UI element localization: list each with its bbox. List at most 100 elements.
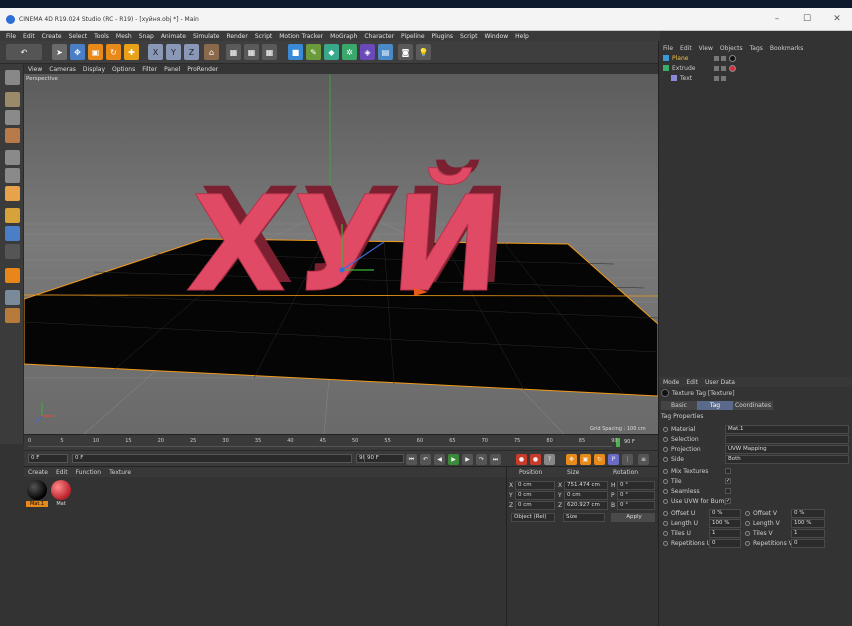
property-value[interactable]: Both: [725, 455, 849, 464]
render-picture-viewer-icon[interactable]: ▦: [244, 44, 259, 60]
tab-basic[interactable]: Basic: [661, 401, 697, 410]
checkbox[interactable]: ✓: [725, 498, 731, 504]
offset-value[interactable]: 0: [709, 539, 741, 548]
record-active-icon[interactable]: ●: [516, 454, 527, 465]
offset-value[interactable]: 1: [709, 529, 741, 538]
light-icon[interactable]: 💡: [416, 44, 431, 60]
autokey-icon[interactable]: ●: [530, 454, 541, 465]
property-value[interactable]: UVW Mapping: [725, 445, 849, 454]
deformer-icon[interactable]: ◈: [360, 44, 375, 60]
polygons-mode-icon[interactable]: [5, 186, 20, 201]
animation-dot-icon[interactable]: [663, 531, 668, 536]
viewport-menu-item[interactable]: ProRender: [187, 66, 218, 73]
object-menu-item[interactable]: File: [663, 45, 673, 52]
prev-key-icon[interactable]: ↶: [420, 454, 431, 465]
animation-dot-icon[interactable]: [663, 447, 668, 452]
menu-item[interactable]: File: [6, 33, 16, 40]
visibility-toggle-icon[interactable]: [714, 65, 719, 71]
model-mode-icon[interactable]: [5, 92, 20, 107]
material-menu-item[interactable]: Texture: [109, 469, 131, 476]
menu-item[interactable]: Simulate: [193, 33, 220, 40]
attribute-menu-item[interactable]: User Data: [705, 379, 735, 386]
animation-dot-icon[interactable]: [663, 479, 668, 484]
cube-primitive-icon[interactable]: ■: [288, 44, 303, 60]
tab-tag[interactable]: Tag: [697, 401, 733, 410]
points-mode-icon[interactable]: [5, 150, 20, 165]
checkbox[interactable]: [725, 488, 731, 494]
menu-item[interactable]: Script: [255, 33, 272, 40]
menu-item[interactable]: Edit: [23, 33, 35, 40]
object-menu-item[interactable]: Bookmarks: [770, 45, 804, 52]
maximize-button[interactable]: ☐: [792, 10, 822, 28]
object-menu-item[interactable]: View: [699, 45, 713, 52]
snap-icon[interactable]: [5, 244, 20, 259]
viewport-menu-item[interactable]: Options: [112, 66, 135, 73]
menu-item[interactable]: Create: [42, 33, 62, 40]
checkbox[interactable]: [725, 468, 731, 474]
menu-item[interactable]: Plugins: [432, 33, 454, 40]
visibility-toggle-icon[interactable]: [714, 55, 719, 61]
material-menu-item[interactable]: Create: [28, 469, 48, 476]
enabled-check-icon[interactable]: [721, 75, 726, 81]
material-menu-item[interactable]: Edit: [56, 469, 68, 476]
animation-dot-icon[interactable]: [663, 541, 668, 546]
object-menu-item[interactable]: Objects: [720, 45, 743, 52]
edit-render-settings-icon[interactable]: ▦: [262, 44, 277, 60]
move-tool-icon[interactable]: ✥: [70, 44, 85, 60]
menu-item[interactable]: Window: [484, 33, 508, 40]
magnet-icon[interactable]: [5, 268, 20, 283]
go-to-end-icon[interactable]: ⏭: [490, 454, 501, 465]
enabled-check-icon[interactable]: [721, 55, 726, 61]
menu-item[interactable]: Tools: [94, 33, 109, 40]
offset-value[interactable]: 100 %: [709, 519, 741, 528]
tweak-mode-icon[interactable]: [5, 226, 20, 241]
animation-dot-icon[interactable]: [663, 511, 668, 516]
timeline-menu-icon[interactable]: ≡: [638, 454, 649, 465]
menu-item[interactable]: MoGraph: [330, 33, 357, 40]
viewport-menu-item[interactable]: View: [28, 66, 42, 73]
undo-button[interactable]: ↶: [6, 44, 42, 60]
coordinate-mode-select[interactable]: Object (Rel): [511, 513, 555, 522]
render-view-icon[interactable]: ▦: [226, 44, 241, 60]
animation-dot-icon[interactable]: [745, 531, 750, 536]
attribute-menu-item[interactable]: Edit: [686, 379, 698, 386]
property-value[interactable]: [725, 435, 849, 444]
key-position-icon[interactable]: ✥: [566, 454, 577, 465]
menu-item[interactable]: Select: [69, 33, 88, 40]
size-field[interactable]: 0 cm: [564, 491, 608, 500]
coordinate-system-icon[interactable]: ⌂: [204, 44, 219, 60]
keyframe-selection-icon[interactable]: ?: [544, 454, 555, 465]
menu-item[interactable]: Help: [515, 33, 529, 40]
checkbox[interactable]: ✓: [725, 478, 731, 484]
menu-item[interactable]: Render: [226, 33, 247, 40]
menu-item[interactable]: Motion Tracker: [279, 33, 323, 40]
next-key-icon[interactable]: ↷: [476, 454, 487, 465]
object-row[interactable]: Plane: [663, 53, 849, 63]
menu-item[interactable]: Character: [364, 33, 394, 40]
position-field[interactable]: 0 cm: [515, 501, 555, 510]
workplane-mode-icon[interactable]: [5, 128, 20, 143]
texture-mode-icon[interactable]: [5, 110, 20, 125]
frame-range-slider[interactable]: 0 F: [72, 454, 352, 463]
select-tool-icon[interactable]: ➤: [52, 44, 67, 60]
viewport-menu-item[interactable]: Display: [83, 66, 105, 73]
offset-value[interactable]: 1: [791, 529, 825, 538]
animation-dot-icon[interactable]: [663, 499, 668, 504]
apply-button[interactable]: Apply: [611, 513, 655, 522]
object-row[interactable]: Text: [671, 73, 849, 83]
bodypaint-icon[interactable]: [5, 308, 20, 323]
offset-value[interactable]: 0: [791, 539, 825, 548]
y-axis-lock-icon[interactable]: Y: [166, 44, 181, 60]
key-parameter-icon[interactable]: P: [608, 454, 619, 465]
rotation-field[interactable]: 0 °: [617, 501, 655, 510]
animation-dot-icon[interactable]: [745, 511, 750, 516]
pen-spline-icon[interactable]: ✎: [306, 44, 321, 60]
3d-text-object[interactable]: ХУЙ ХУЙ: [182, 159, 515, 322]
animation-dot-icon[interactable]: [663, 437, 668, 442]
position-field[interactable]: 0 cm: [515, 491, 555, 500]
minimize-button[interactable]: –: [762, 10, 792, 28]
x-axis-lock-icon[interactable]: X: [148, 44, 163, 60]
gizmo-center[interactable]: [339, 267, 345, 273]
axis-mode-icon[interactable]: [5, 208, 20, 223]
animation-dot-icon[interactable]: [745, 541, 750, 546]
